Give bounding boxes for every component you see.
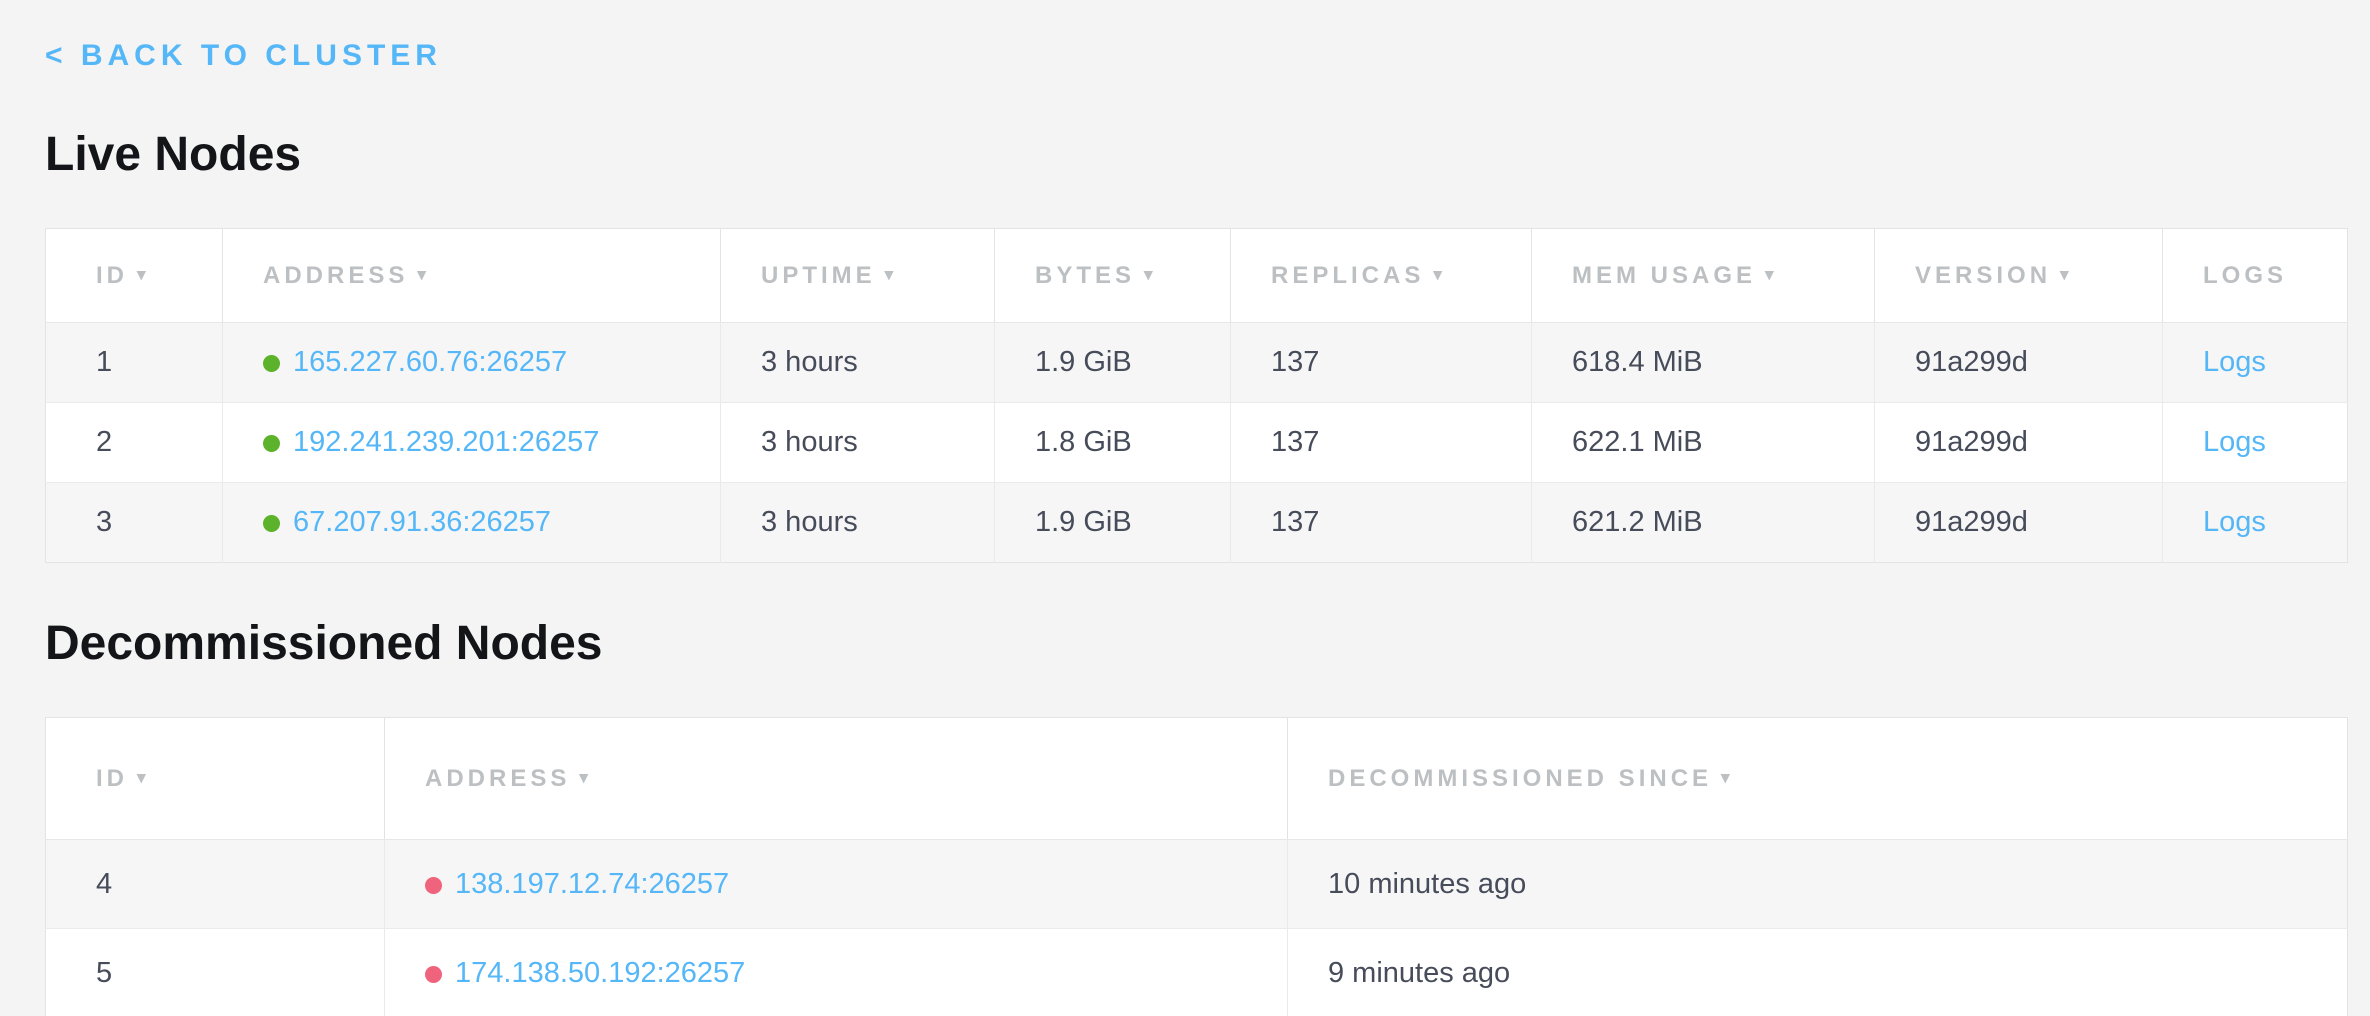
table-header-row: ID▾ ADDRESS▾ UPTIME▾ BYTES▾ REPLICAS▾ ME… bbox=[46, 229, 2348, 323]
cell-version: 91a299d bbox=[1875, 483, 2163, 563]
cell-logs: Logs bbox=[2163, 403, 2348, 483]
table-row: 2 192.241.239.201:26257 3 hours 1.8 GiB … bbox=[46, 403, 2348, 483]
cell-replicas: 137 bbox=[1231, 483, 1532, 563]
column-header-address[interactable]: ADDRESS▾ bbox=[385, 718, 1288, 840]
sort-arrow-icon: ▾ bbox=[885, 265, 898, 284]
column-header-id[interactable]: ID▾ bbox=[46, 718, 385, 840]
cell-replicas: 137 bbox=[1231, 403, 1532, 483]
cell-node-address: 138.197.12.74:26257 bbox=[385, 840, 1288, 929]
node-live-status-icon bbox=[263, 515, 280, 532]
column-header-decommissioned-since[interactable]: DECOMMISSIONED SINCE▾ bbox=[1288, 718, 2348, 840]
cell-node-address: 67.207.91.36:26257 bbox=[223, 483, 721, 563]
live-nodes-table: ID▾ ADDRESS▾ UPTIME▾ BYTES▾ REPLICAS▾ ME… bbox=[45, 228, 2348, 563]
nodes-page: < BACK TO CLUSTER Live Nodes ID▾ ADDRESS… bbox=[0, 0, 2370, 1016]
cell-bytes: 1.9 GiB bbox=[995, 483, 1231, 563]
cell-logs: Logs bbox=[2163, 483, 2348, 563]
cell-node-address: 165.227.60.76:26257 bbox=[223, 323, 721, 403]
cell-uptime: 3 hours bbox=[721, 403, 995, 483]
cell-mem-usage: 621.2 MiB bbox=[1532, 483, 1875, 563]
sort-arrow-icon: ▾ bbox=[1144, 265, 1157, 284]
node-address-link[interactable]: 165.227.60.76:26257 bbox=[293, 346, 567, 378]
cell-uptime: 3 hours bbox=[721, 323, 995, 403]
table-row: 3 67.207.91.36:26257 3 hours 1.9 GiB 137… bbox=[46, 483, 2348, 563]
table-row: 5 174.138.50.192:26257 9 minutes ago bbox=[46, 929, 2348, 1016]
cell-bytes: 1.9 GiB bbox=[995, 323, 1231, 403]
node-address-link[interactable]: 174.138.50.192:26257 bbox=[455, 957, 745, 989]
sort-arrow-icon: ▾ bbox=[417, 265, 430, 284]
cell-bytes: 1.8 GiB bbox=[995, 403, 1231, 483]
sort-arrow-icon: ▾ bbox=[1433, 265, 1446, 284]
node-decommissioned-status-icon bbox=[425, 877, 442, 894]
cell-logs: Logs bbox=[2163, 323, 2348, 403]
decommissioned-nodes-table: ID▾ ADDRESS▾ DECOMMISSIONED SINCE▾ 4 138… bbox=[45, 717, 2348, 1016]
node-address-link[interactable]: 67.207.91.36:26257 bbox=[293, 506, 551, 538]
node-decommissioned-status-icon bbox=[425, 966, 442, 983]
cell-mem-usage: 622.1 MiB bbox=[1532, 403, 1875, 483]
column-header-version[interactable]: VERSION▾ bbox=[1875, 229, 2163, 323]
column-header-mem-usage[interactable]: MEM USAGE▾ bbox=[1532, 229, 1875, 323]
column-header-replicas[interactable]: REPLICAS▾ bbox=[1231, 229, 1532, 323]
cell-node-id: 4 bbox=[46, 840, 385, 929]
column-header-logs: LOGS bbox=[2163, 229, 2348, 323]
node-address-link[interactable]: 192.241.239.201:26257 bbox=[293, 426, 599, 458]
logs-link[interactable]: Logs bbox=[2203, 506, 2266, 538]
cell-decommissioned-since: 9 minutes ago bbox=[1288, 929, 2348, 1016]
column-header-uptime[interactable]: UPTIME▾ bbox=[721, 229, 995, 323]
column-header-id[interactable]: ID▾ bbox=[46, 229, 223, 323]
cell-node-address: 192.241.239.201:26257 bbox=[223, 403, 721, 483]
node-address-link[interactable]: 138.197.12.74:26257 bbox=[455, 868, 729, 900]
column-header-address[interactable]: ADDRESS▾ bbox=[223, 229, 721, 323]
cell-version: 91a299d bbox=[1875, 323, 2163, 403]
cell-uptime: 3 hours bbox=[721, 483, 995, 563]
cell-node-id: 2 bbox=[46, 403, 223, 483]
logs-link[interactable]: Logs bbox=[2203, 346, 2266, 378]
live-nodes-title: Live Nodes bbox=[45, 126, 2347, 184]
table-row: 1 165.227.60.76:26257 3 hours 1.9 GiB 13… bbox=[46, 323, 2348, 403]
column-header-bytes[interactable]: BYTES▾ bbox=[995, 229, 1231, 323]
cell-decommissioned-since: 10 minutes ago bbox=[1288, 840, 2348, 929]
cell-version: 91a299d bbox=[1875, 403, 2163, 483]
sort-arrow-icon: ▾ bbox=[2060, 265, 2073, 284]
cell-node-id: 5 bbox=[46, 929, 385, 1016]
cell-mem-usage: 618.4 MiB bbox=[1532, 323, 1875, 403]
cell-node-id: 3 bbox=[46, 483, 223, 563]
cell-node-address: 174.138.50.192:26257 bbox=[385, 929, 1288, 1016]
cell-node-id: 1 bbox=[46, 323, 223, 403]
sort-arrow-icon: ▾ bbox=[137, 768, 150, 787]
logs-link[interactable]: Logs bbox=[2203, 426, 2266, 458]
back-to-cluster-link[interactable]: < BACK TO CLUSTER bbox=[45, 38, 442, 74]
cell-replicas: 137 bbox=[1231, 323, 1532, 403]
sort-arrow-icon: ▾ bbox=[579, 768, 592, 787]
table-row: 4 138.197.12.74:26257 10 minutes ago bbox=[46, 840, 2348, 929]
decommissioned-nodes-title: Decommissioned Nodes bbox=[45, 615, 2347, 673]
sort-arrow-icon: ▾ bbox=[1721, 768, 1734, 787]
sort-arrow-icon: ▾ bbox=[137, 265, 150, 284]
node-live-status-icon bbox=[263, 355, 280, 372]
node-live-status-icon bbox=[263, 435, 280, 452]
sort-arrow-icon: ▾ bbox=[1765, 265, 1778, 284]
table-header-row: ID▾ ADDRESS▾ DECOMMISSIONED SINCE▾ bbox=[46, 718, 2348, 840]
